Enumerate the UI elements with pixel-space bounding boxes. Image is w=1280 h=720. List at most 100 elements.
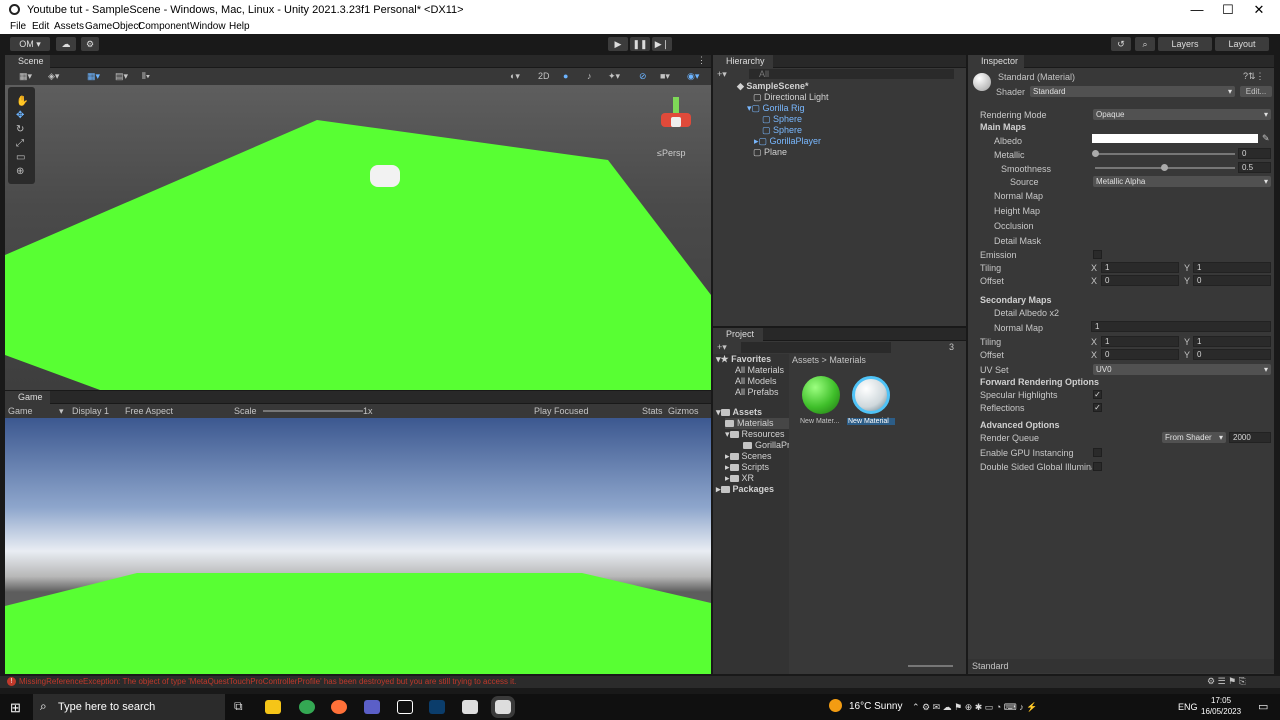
gizmos-button[interactable]: Gizmos (668, 406, 699, 416)
game-view-dropdown[interactable]: Game (8, 406, 33, 416)
history-icon[interactable]: ↺ (1111, 37, 1131, 51)
albedo-color-swatch[interactable] (1092, 134, 1258, 143)
hierarchy-item-plane[interactable]: ▢ Plane (713, 147, 968, 158)
metallic-value[interactable]: 0 (1238, 148, 1271, 159)
specular-highlights-checkbox[interactable]: ✓ (1093, 390, 1102, 399)
cloud-icon[interactable]: ☁ (56, 37, 76, 51)
layout-dropdown[interactable]: Layout (1215, 37, 1269, 51)
app-icon[interactable] (429, 700, 445, 714)
unity-editor-icon[interactable] (491, 696, 515, 718)
tree-scripts[interactable]: ▸ Scripts (725, 462, 769, 473)
eyedropper-icon[interactable]: ✎ (1262, 133, 1270, 144)
perspective-label[interactable]: ≤Persp (657, 148, 685, 158)
firefox-icon[interactable] (331, 700, 347, 714)
emission-checkbox[interactable] (1093, 250, 1102, 259)
play-button[interactable]: ▶ (608, 37, 628, 51)
render-queue-mode-dropdown[interactable]: From Shader (1162, 432, 1226, 443)
camera-gizmo-icon[interactable] (370, 165, 400, 187)
increment-snap-icon[interactable]: ▤▾ (115, 71, 128, 82)
transform-tool-icon[interactable]: ⊕ (16, 166, 24, 177)
offset-2-y-input[interactable]: 0 (1193, 349, 1271, 360)
tab-game[interactable]: Game (5, 391, 50, 404)
windows-start-icon[interactable]: ⊞ (10, 700, 21, 716)
clock-date[interactable]: 16/05/2023 (1201, 707, 1241, 716)
notifications-icon[interactable]: ▭ (1258, 700, 1268, 713)
render-queue-input[interactable]: 2000 (1229, 432, 1271, 443)
menu-assets[interactable]: Assets (54, 21, 84, 32)
orientation-gizmo[interactable] (655, 97, 699, 141)
rotate-tool-icon[interactable]: ↻ (16, 124, 24, 135)
offset-x-input[interactable]: 0 (1101, 275, 1179, 286)
tray-icons[interactable]: ⌃ ⚙ ✉ ☁ ⚑ ⊕ ✱ ▭ ◔ ⌨ ♪ ⚡ (912, 702, 1037, 713)
teams-icon[interactable] (364, 700, 380, 714)
game-view-dropdown-arrow[interactable]: ▾ (59, 406, 64, 417)
help-icon[interactable]: ?⇅⋮ (1243, 71, 1265, 82)
create-asset-button[interactable]: +▾ (717, 342, 727, 353)
reflections-checkbox[interactable]: ✓ (1093, 403, 1102, 412)
grid-snap-icon[interactable]: ▦▾ (87, 71, 100, 82)
hierarchy-item-sphere[interactable]: ▢ Sphere (713, 114, 968, 125)
smoothness-slider-thumb[interactable] (1161, 164, 1168, 171)
maximize-button[interactable]: ☐ (1213, 2, 1243, 18)
account-dropdown[interactable]: OM ▾ (10, 37, 50, 51)
task-view-icon[interactable]: ⧉ (234, 699, 243, 714)
tab-inspector[interactable]: Inspector (968, 55, 1024, 68)
metallic-slider[interactable] (1095, 153, 1235, 155)
hierarchy-search-input[interactable]: All (749, 69, 954, 79)
tree-materials[interactable]: Materials (725, 418, 789, 429)
status-icons[interactable]: ⚙ ☰ ⚑ ⎘ (1207, 676, 1246, 687)
edit-shader-button[interactable]: Edit... (1240, 86, 1272, 97)
menu-component[interactable]: Component (138, 21, 190, 32)
render-mode-icon[interactable]: ◈▾ (48, 71, 59, 82)
tree-packages[interactable]: ▸ Packages (716, 484, 774, 495)
menu-gameobject[interactable]: GameObject (85, 21, 141, 32)
menu-help[interactable]: Help (229, 21, 250, 32)
tab-project[interactable]: Project (713, 328, 763, 341)
hierarchy-item-gorilla-rig[interactable]: ▾▢ Gorilla Rig (713, 103, 968, 114)
hierarchy-item-gorilla-player[interactable]: ▸▢ GorillaPlayer (713, 136, 968, 147)
tiling-2-x-input[interactable]: 1 (1101, 336, 1179, 347)
tab-scene[interactable]: Scene (5, 55, 50, 68)
tiktok-icon[interactable] (397, 700, 413, 714)
tiling-x-input[interactable]: 1 (1101, 262, 1179, 273)
layers-dropdown[interactable]: Layers (1158, 37, 1212, 51)
file-explorer-icon[interactable] (265, 700, 281, 714)
tab-hierarchy[interactable]: Hierarchy (713, 55, 773, 68)
tree-all-materials[interactable]: All Materials (735, 365, 784, 376)
tree-gorilla-prefabs[interactable]: GorillaPr (743, 440, 789, 451)
rect-tool-icon[interactable]: ▭ (16, 152, 25, 163)
draw-mode-icon[interactable]: ▦▾ (19, 71, 32, 82)
tree-assets[interactable]: ▾ Assets (716, 407, 762, 418)
tree-scenes[interactable]: ▸ Scenes (725, 451, 772, 462)
rendering-mode-dropdown[interactable]: Opaque (1093, 109, 1271, 120)
hidden-objects-icon[interactable]: ⊘ (639, 71, 647, 82)
asset-tile-selected[interactable]: New Material (847, 376, 895, 431)
scale-slider[interactable] (263, 410, 363, 412)
uv-set-dropdown[interactable]: UV0 (1093, 364, 1271, 375)
console-status-bar[interactable]: ! MissingReferenceException: The object … (0, 676, 1280, 688)
console-error-message[interactable]: MissingReferenceException: The object of… (19, 677, 516, 686)
tree-favorites[interactable]: ▾★ Favorites (716, 354, 771, 365)
breadcrumb-materials[interactable]: Materials (829, 355, 866, 365)
scene-viewport[interactable]: ≤Persp ✋ ✥ ↻ ⤢ ▭ ⊕ (5, 85, 711, 390)
breadcrumb-assets[interactable]: Assets (792, 355, 819, 365)
clock-time[interactable]: 17:05 (1211, 696, 1231, 705)
shader-dropdown[interactable]: Standard (1030, 86, 1235, 97)
language-indicator[interactable]: ENG (1178, 702, 1198, 712)
shading-icon[interactable]: ◐▾ (510, 71, 520, 82)
effects-icon[interactable]: ✦▾ (608, 71, 620, 82)
tree-xr[interactable]: ▸ XR (725, 473, 754, 484)
close-button[interactable]: ✕ (1244, 2, 1274, 18)
normal-map-2-scale[interactable]: 1 (1091, 321, 1271, 332)
move-tool-icon[interactable]: ✥ (16, 110, 24, 121)
stats-button[interactable]: Stats (642, 406, 663, 416)
metallic-slider-thumb[interactable] (1092, 150, 1099, 157)
hierarchy-item-sphere[interactable]: ▢ Sphere (713, 125, 968, 136)
pause-button[interactable]: ❚❚ (630, 37, 650, 51)
step-button[interactable]: ▶❘ (652, 37, 672, 51)
gpu-instancing-checkbox[interactable] (1093, 448, 1102, 457)
add-object-button[interactable]: +▾ (717, 69, 727, 80)
icon-size-slider[interactable] (908, 665, 953, 667)
smoothness-value[interactable]: 0.5 (1238, 162, 1271, 173)
offset-y-input[interactable]: 0 (1193, 275, 1271, 286)
